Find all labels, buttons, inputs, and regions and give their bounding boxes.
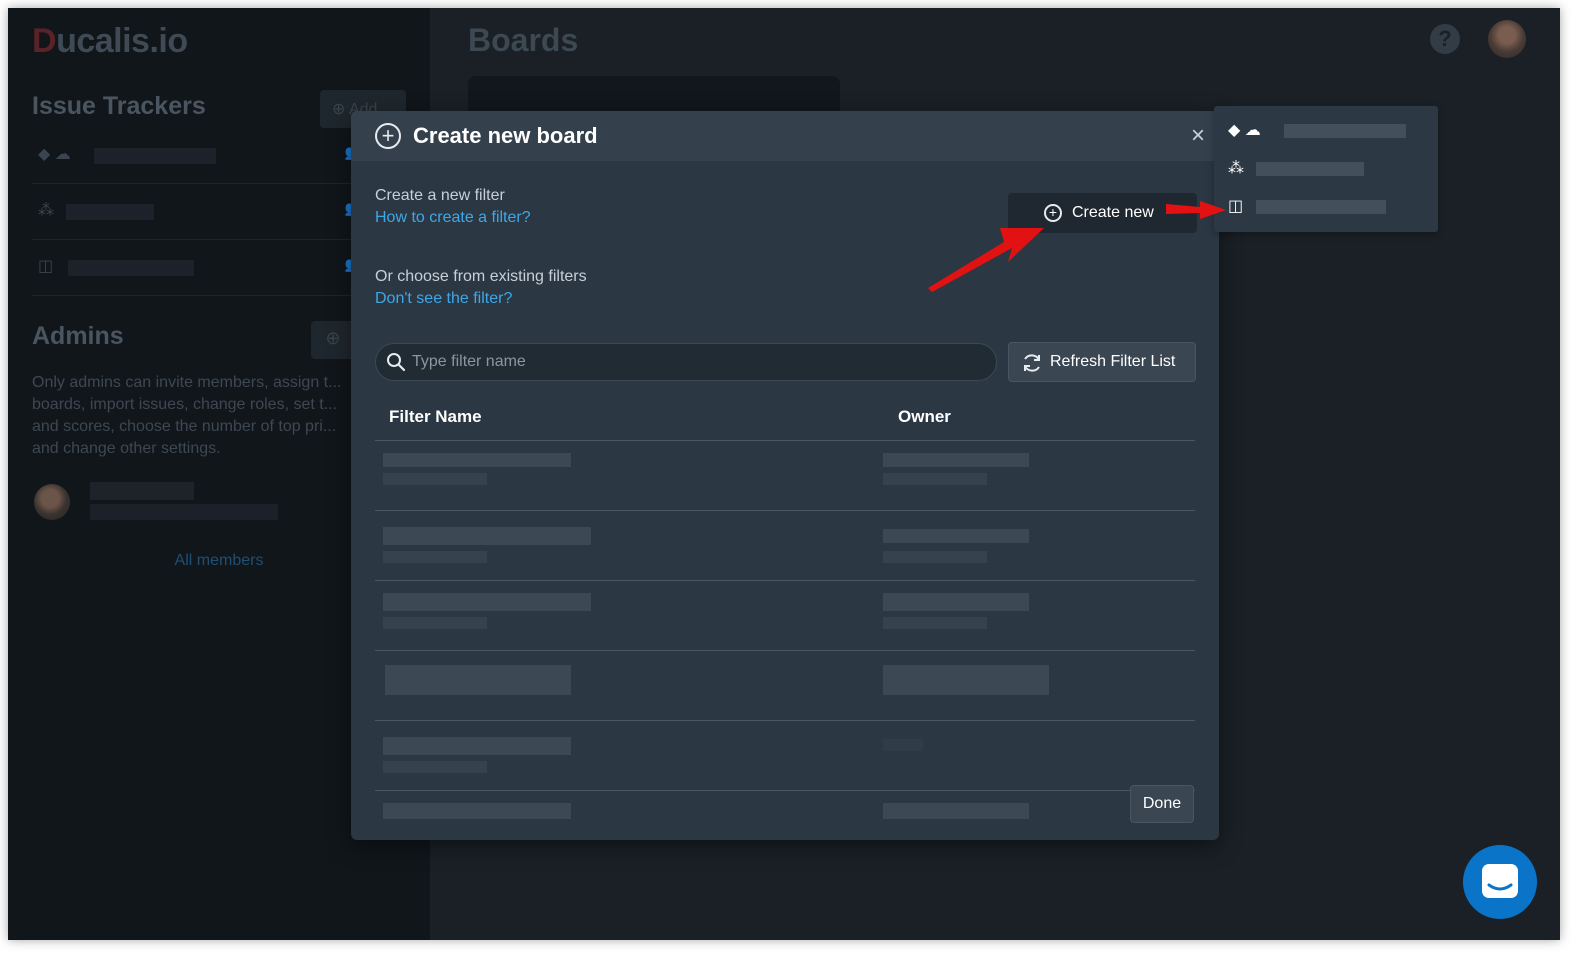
arrow-to-create-new	[928, 228, 1044, 292]
chat-icon	[1482, 864, 1518, 898]
annotation-arrows	[928, 201, 1226, 292]
app-window: Ducalis.io Issue Trackers ⊕ Add ◆ ☁ 👥 ⁂ …	[8, 8, 1560, 940]
arrow-to-trello-item	[1166, 201, 1226, 219]
chat-launcher-button[interactable]	[1463, 845, 1537, 919]
